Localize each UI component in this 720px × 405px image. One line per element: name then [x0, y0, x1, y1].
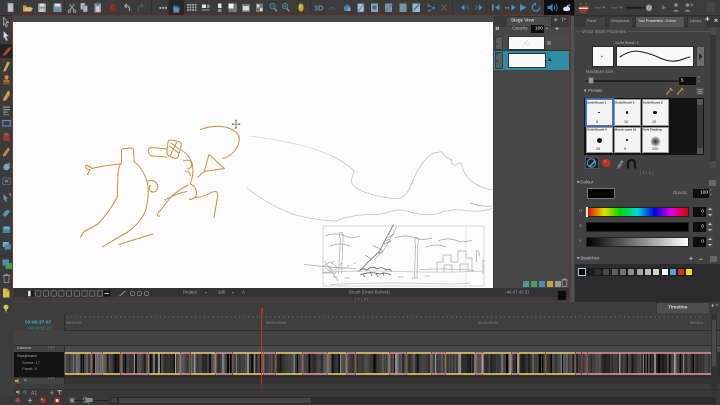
- svg-text:3D: 3D: [314, 4, 324, 13]
